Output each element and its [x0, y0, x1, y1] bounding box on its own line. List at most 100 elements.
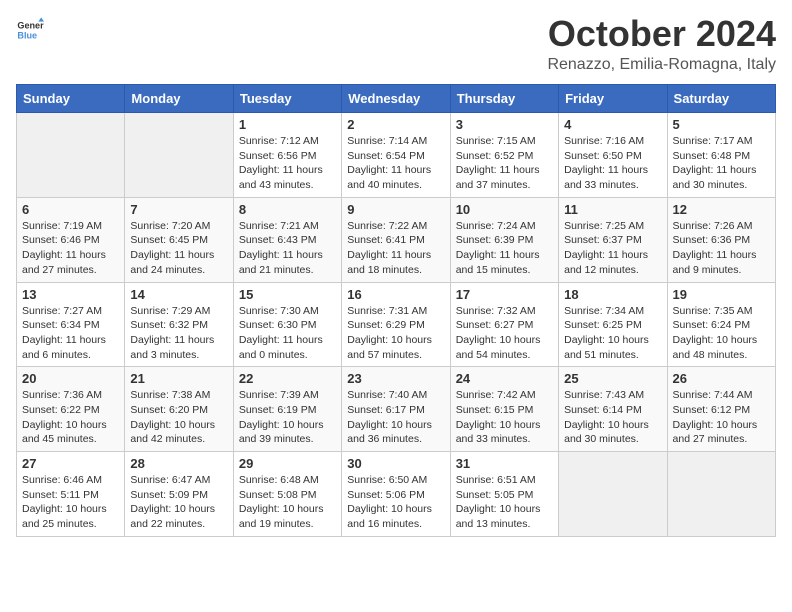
header-cell-monday: Monday — [125, 85, 233, 113]
day-number: 21 — [130, 371, 227, 386]
calendar-title: October 2024 — [547, 16, 776, 52]
day-number: 4 — [564, 117, 661, 132]
day-number: 31 — [456, 456, 553, 471]
day-cell: 24 Sunrise: 7:42 AM Sunset: 6:15 PM Dayli… — [450, 367, 558, 452]
svg-text:Blue: Blue — [17, 30, 37, 40]
day-detail: Sunrise: 7:34 AM Sunset: 6:25 PM Dayligh… — [564, 304, 661, 363]
day-cell: 2 Sunrise: 7:14 AM Sunset: 6:54 PM Daylig… — [342, 113, 450, 198]
day-number: 15 — [239, 287, 336, 302]
day-detail: Sunrise: 7:39 AM Sunset: 6:19 PM Dayligh… — [239, 388, 336, 447]
day-number: 24 — [456, 371, 553, 386]
day-cell: 28 Sunrise: 6:47 AM Sunset: 5:09 PM Dayli… — [125, 452, 233, 537]
day-cell — [17, 113, 125, 198]
day-number: 17 — [456, 287, 553, 302]
header-cell-friday: Friday — [559, 85, 667, 113]
day-cell: 1Sunrise: 7:12 AM Sunset: 6:56 PM Daylig… — [233, 113, 341, 198]
day-detail: Sunrise: 7:19 AM Sunset: 6:46 PM Dayligh… — [22, 219, 119, 278]
day-cell: 15Sunrise: 7:30 AM Sunset: 6:30 PM Dayli… — [233, 282, 341, 367]
day-detail: Sunrise: 7:29 AM Sunset: 6:32 PM Dayligh… — [130, 304, 227, 363]
day-detail: Sunrise: 7:16 AM Sunset: 6:50 PM Dayligh… — [564, 134, 661, 193]
day-number: 3 — [456, 117, 553, 132]
day-cell: 3 Sunrise: 7:15 AM Sunset: 6:52 PM Daylig… — [450, 113, 558, 198]
day-detail: Sunrise: 6:48 AM Sunset: 5:08 PM Dayligh… — [239, 473, 336, 532]
day-detail: Sunrise: 6:47 AM Sunset: 5:09 PM Dayligh… — [130, 473, 227, 532]
day-detail: Sunrise: 7:12 AM Sunset: 6:56 PM Dayligh… — [239, 134, 336, 193]
day-detail: Sunrise: 6:46 AM Sunset: 5:11 PM Dayligh… — [22, 473, 119, 532]
day-number: 23 — [347, 371, 444, 386]
day-number: 30 — [347, 456, 444, 471]
day-number: 7 — [130, 202, 227, 217]
day-cell: 7 Sunrise: 7:20 AM Sunset: 6:45 PM Daylig… — [125, 197, 233, 282]
day-detail: Sunrise: 7:15 AM Sunset: 6:52 PM Dayligh… — [456, 134, 553, 193]
header-cell-wednesday: Wednesday — [342, 85, 450, 113]
logo: General Blue — [16, 16, 44, 44]
day-number: 29 — [239, 456, 336, 471]
day-detail: Sunrise: 7:14 AM Sunset: 6:54 PM Dayligh… — [347, 134, 444, 193]
day-cell: 16 Sunrise: 7:31 AM Sunset: 6:29 PM Dayli… — [342, 282, 450, 367]
day-cell: 25 Sunrise: 7:43 AM Sunset: 6:14 PM Dayli… — [559, 367, 667, 452]
day-detail: Sunrise: 7:26 AM Sunset: 6:36 PM Dayligh… — [673, 219, 770, 278]
day-cell: 30 Sunrise: 6:50 AM Sunset: 5:06 PM Dayli… — [342, 452, 450, 537]
day-detail: Sunrise: 7:32 AM Sunset: 6:27 PM Dayligh… — [456, 304, 553, 363]
calendar-subtitle: Renazzo, Emilia-Romagna, Italy — [547, 56, 776, 74]
day-number: 22 — [239, 371, 336, 386]
day-cell: 13 Sunrise: 7:27 AM Sunset: 6:34 PM Dayli… — [17, 282, 125, 367]
day-number: 16 — [347, 287, 444, 302]
svg-text:General: General — [17, 21, 44, 31]
header: General Blue October 2024 Renazzo, Emili… — [16, 16, 776, 74]
day-cell: 14 Sunrise: 7:29 AM Sunset: 6:32 PM Dayli… — [125, 282, 233, 367]
day-number: 13 — [22, 287, 119, 302]
day-detail: Sunrise: 7:21 AM Sunset: 6:43 PM Dayligh… — [239, 219, 336, 278]
day-number: 28 — [130, 456, 227, 471]
day-number: 9 — [347, 202, 444, 217]
header-cell-saturday: Saturday — [667, 85, 775, 113]
day-detail: Sunrise: 7:31 AM Sunset: 6:29 PM Dayligh… — [347, 304, 444, 363]
header-cell-thursday: Thursday — [450, 85, 558, 113]
week-row-5: 27 Sunrise: 6:46 AM Sunset: 5:11 PM Dayli… — [17, 452, 776, 537]
day-number: 11 — [564, 202, 661, 217]
header-row: SundayMondayTuesdayWednesdayThursdayFrid… — [17, 85, 776, 113]
day-number: 5 — [673, 117, 770, 132]
day-detail: Sunrise: 7:38 AM Sunset: 6:20 PM Dayligh… — [130, 388, 227, 447]
day-cell: 12 Sunrise: 7:26 AM Sunset: 6:36 PM Dayli… — [667, 197, 775, 282]
week-row-3: 13 Sunrise: 7:27 AM Sunset: 6:34 PM Dayli… — [17, 282, 776, 367]
day-detail: Sunrise: 6:50 AM Sunset: 5:06 PM Dayligh… — [347, 473, 444, 532]
day-cell: 19Sunrise: 7:35 AM Sunset: 6:24 PM Dayli… — [667, 282, 775, 367]
day-detail: Sunrise: 7:27 AM Sunset: 6:34 PM Dayligh… — [22, 304, 119, 363]
day-number: 12 — [673, 202, 770, 217]
week-row-1: 1Sunrise: 7:12 AM Sunset: 6:56 PM Daylig… — [17, 113, 776, 198]
day-number: 20 — [22, 371, 119, 386]
day-cell — [559, 452, 667, 537]
day-number: 25 — [564, 371, 661, 386]
day-number: 26 — [673, 371, 770, 386]
logo-icon: General Blue — [16, 16, 44, 44]
day-detail: Sunrise: 7:24 AM Sunset: 6:39 PM Dayligh… — [456, 219, 553, 278]
day-cell: 8Sunrise: 7:21 AM Sunset: 6:43 PM Daylig… — [233, 197, 341, 282]
day-cell: 10Sunrise: 7:24 AM Sunset: 6:39 PM Dayli… — [450, 197, 558, 282]
day-cell: 23 Sunrise: 7:40 AM Sunset: 6:17 PM Dayli… — [342, 367, 450, 452]
day-cell: 27 Sunrise: 6:46 AM Sunset: 5:11 PM Dayli… — [17, 452, 125, 537]
day-detail: Sunrise: 7:17 AM Sunset: 6:48 PM Dayligh… — [673, 134, 770, 193]
day-cell: 11 Sunrise: 7:25 AM Sunset: 6:37 PM Dayli… — [559, 197, 667, 282]
week-row-2: 6Sunrise: 7:19 AM Sunset: 6:46 PM Daylig… — [17, 197, 776, 282]
title-area: October 2024 Renazzo, Emilia-Romagna, It… — [547, 16, 776, 74]
calendar-table: SundayMondayTuesdayWednesdayThursdayFrid… — [16, 84, 776, 537]
day-detail: Sunrise: 7:44 AM Sunset: 6:12 PM Dayligh… — [673, 388, 770, 447]
day-detail: Sunrise: 7:40 AM Sunset: 6:17 PM Dayligh… — [347, 388, 444, 447]
day-detail: Sunrise: 7:42 AM Sunset: 6:15 PM Dayligh… — [456, 388, 553, 447]
day-number: 2 — [347, 117, 444, 132]
day-number: 14 — [130, 287, 227, 302]
day-detail: Sunrise: 7:22 AM Sunset: 6:41 PM Dayligh… — [347, 219, 444, 278]
day-detail: Sunrise: 7:35 AM Sunset: 6:24 PM Dayligh… — [673, 304, 770, 363]
day-cell — [667, 452, 775, 537]
day-detail: Sunrise: 7:20 AM Sunset: 6:45 PM Dayligh… — [130, 219, 227, 278]
day-cell: 4 Sunrise: 7:16 AM Sunset: 6:50 PM Daylig… — [559, 113, 667, 198]
day-detail: Sunrise: 7:43 AM Sunset: 6:14 PM Dayligh… — [564, 388, 661, 447]
day-cell: 5 Sunrise: 7:17 AM Sunset: 6:48 PM Daylig… — [667, 113, 775, 198]
day-detail: Sunrise: 7:25 AM Sunset: 6:37 PM Dayligh… — [564, 219, 661, 278]
day-cell: 18Sunrise: 7:34 AM Sunset: 6:25 PM Dayli… — [559, 282, 667, 367]
day-cell: 9 Sunrise: 7:22 AM Sunset: 6:41 PM Daylig… — [342, 197, 450, 282]
day-cell: 22 Sunrise: 7:39 AM Sunset: 6:19 PM Dayli… — [233, 367, 341, 452]
day-number: 27 — [22, 456, 119, 471]
header-cell-tuesday: Tuesday — [233, 85, 341, 113]
